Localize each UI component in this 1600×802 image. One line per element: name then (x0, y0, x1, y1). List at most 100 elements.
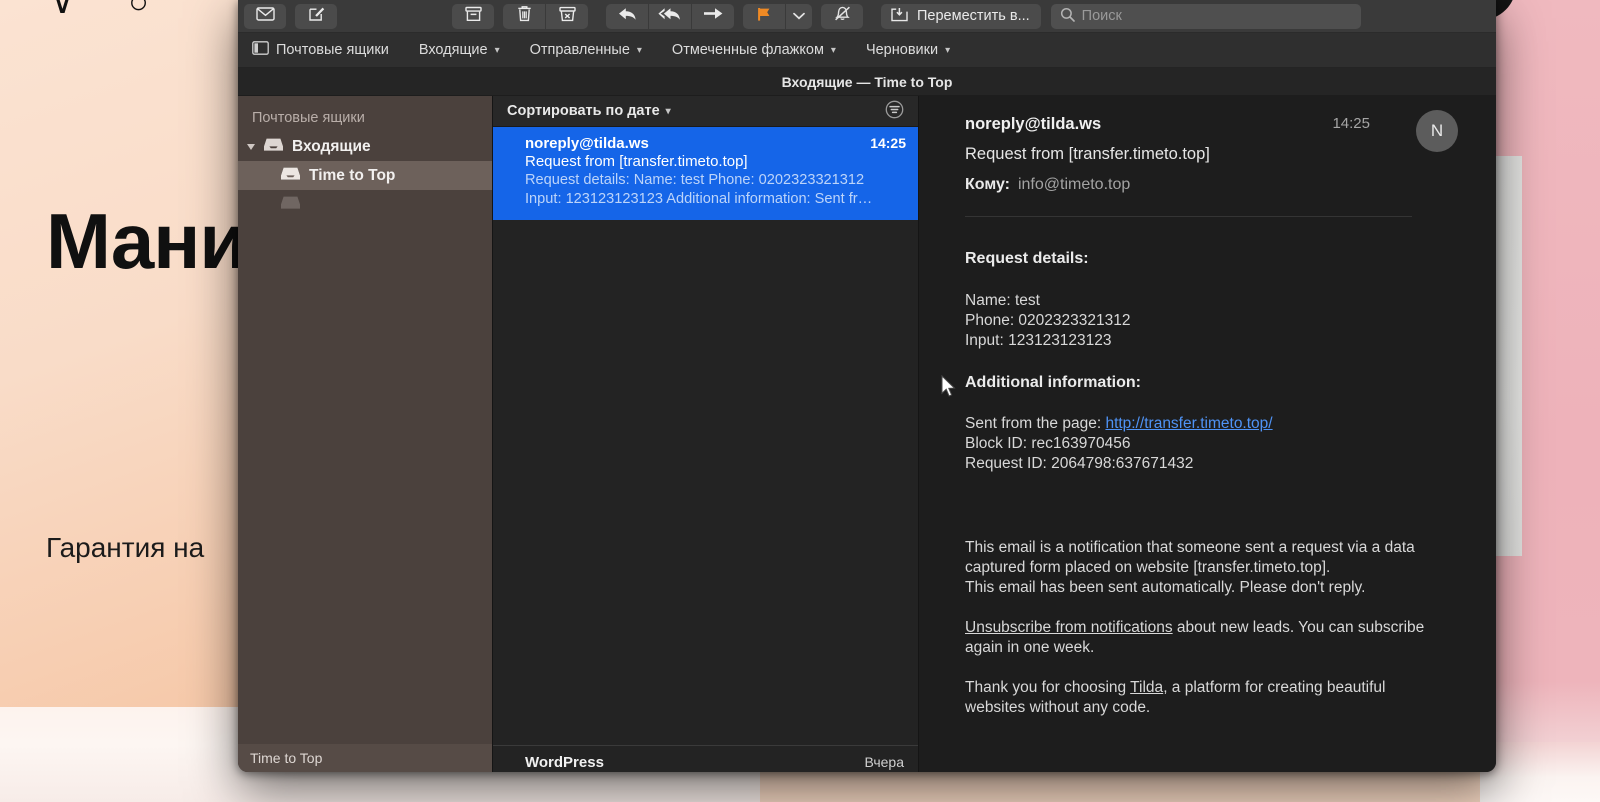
toolbar-group-compose (244, 4, 337, 29)
move-to-button[interactable]: Переместить в... (881, 4, 1041, 29)
favorites-item-drafts[interactable]: Черновики ▾ (851, 33, 965, 68)
move-to-label: Переместить в... (917, 8, 1030, 24)
junk-icon (559, 6, 576, 27)
body-unsubscribe: Unsubscribe from notifications about new… (965, 618, 1456, 658)
window-title-bar: Входящие — Time to Top (238, 68, 1496, 96)
flag-menu-button[interactable] (786, 4, 812, 29)
junk-button[interactable] (546, 4, 588, 29)
chevron-down-icon: ▾ (495, 45, 500, 56)
favorites-item-flagged[interactable]: Отмеченные флажком ▾ (657, 33, 851, 68)
mail-body: Почтовые ящики Входящие (238, 96, 1496, 772)
archive-button[interactable] (452, 4, 494, 29)
mail-window: Переместить в... Поиск Почтовые ящики (238, 0, 1496, 772)
body-heading-request-details: Request details: (965, 249, 1456, 270)
get-new-mail-button[interactable] (244, 4, 286, 29)
body-input-line: Input: 123123123123 (965, 332, 1112, 349)
avatar-initial: N (1431, 120, 1443, 142)
message-list-header: Сортировать по дате ▾ (493, 96, 918, 127)
sidebar-item-inbox[interactable]: Входящие (238, 132, 492, 161)
detail-divider (965, 216, 1412, 217)
message-list-item-wordpress[interactable]: WordPress Вчера (493, 746, 918, 772)
reply-all-icon (658, 6, 683, 27)
trash-icon (517, 5, 532, 27)
body-name-line: Name: test (965, 292, 1040, 309)
flag-icon (756, 6, 772, 27)
detail-to-label: Кому: (965, 176, 1010, 193)
body-notice-line-1: This email is a notification that someon… (965, 539, 1415, 556)
chevron-down-icon: ▾ (945, 45, 950, 56)
favorites-item-label: Входящие (419, 42, 488, 58)
reply-all-button[interactable] (649, 4, 691, 29)
bell-slash-icon (833, 5, 852, 27)
sidebar-item-label: Time to Top (309, 167, 395, 185)
mailboxes-sidebar: Почтовые ящики Входящие (238, 96, 492, 772)
webpage-subtitle: Гарантия на (46, 532, 204, 564)
sidebar-item-partial[interactable] (238, 190, 492, 219)
message-detail-header: noreply@tilda.ws Request from [transfer.… (965, 114, 1456, 195)
message-sender-row: noreply@tilda.ws 14:25 (525, 135, 906, 152)
body-additional-fields: Sent from the page: http://transfer.time… (965, 414, 1456, 474)
body-thanks: Thank you for choosing Tilda, a platform… (965, 678, 1456, 718)
body-unsubscribe-rest-2: again in one week. (965, 639, 1094, 656)
body-thanks-pre: Thank you for choosing (965, 679, 1130, 696)
toggle-mailboxes-button[interactable]: Почтовые ящики (250, 33, 404, 68)
chevron-down-icon: ▾ (831, 45, 836, 56)
envelope-icon (256, 7, 275, 26)
body-request-id: Request ID: 2064798:637671432 (965, 455, 1193, 472)
message-detail-pane: noreply@tilda.ws Request from [transfer.… (919, 96, 1496, 772)
favorites-item-label: Черновики (866, 42, 938, 58)
body-unsubscribe-rest: about new leads. You can subscribe (1173, 619, 1425, 636)
body-spacer (965, 496, 1456, 518)
favorites-item-inbox[interactable]: Входящие ▾ (404, 33, 515, 68)
favorites-bar: Почтовые ящики Входящие ▾ Отправленные ▾… (238, 33, 1496, 68)
sort-by-date-button[interactable]: Сортировать по дате ▾ (507, 103, 671, 119)
body-thanks-post: , a platform for creating beautiful (1163, 679, 1385, 696)
message-preview-line-1: Request details: Name: test Phone: 02023… (525, 171, 906, 190)
body-notice-line-2: captured form placed on website [transfe… (965, 559, 1330, 576)
sidebar-item-time-to-top[interactable]: Time to Top (238, 161, 492, 190)
compose-button[interactable] (295, 4, 337, 29)
favorites-item-label: Почтовые ящики (276, 42, 389, 58)
detail-time: 14:25 (1332, 114, 1370, 133)
delete-button[interactable] (503, 4, 545, 29)
body-notice: This email is a notification that someon… (965, 538, 1456, 598)
reply-icon (617, 6, 638, 27)
body-heading-additional-info: Additional information: (965, 373, 1456, 394)
message-time: Вчера (864, 754, 904, 770)
message-detail-header-text: noreply@tilda.ws Request from [transfer.… (965, 114, 1456, 195)
toolbar-group-archive (452, 4, 588, 29)
search-input[interactable]: Поиск (1051, 4, 1361, 29)
avatar[interactable]: N (1416, 110, 1458, 152)
sort-label: Сортировать по дате (507, 103, 660, 119)
sidebar-status-bar: Time to Top (238, 744, 492, 772)
flag-button[interactable] (743, 4, 785, 29)
tilda-link[interactable]: Tilda (1130, 679, 1163, 696)
sidebar-item-label: Входящие (292, 138, 371, 156)
detail-from: noreply@tilda.ws (965, 114, 1101, 135)
favorites-item-label: Отправленные (530, 42, 630, 58)
body-phone-line: Phone: 0202323321312 (965, 312, 1131, 329)
toolbar-group-reply (606, 4, 734, 29)
sent-from-url-link[interactable]: http://transfer.timeto.top/ (1105, 415, 1272, 432)
compose-icon (308, 5, 325, 27)
body-block-id: Block ID: rec163970456 (965, 435, 1130, 452)
filter-button[interactable] (885, 100, 904, 123)
body-request-fields: Name: test Phone: 0202323321312 Input: 1… (965, 291, 1456, 351)
search-placeholder: Поиск (1082, 8, 1122, 24)
mute-button[interactable] (821, 4, 863, 29)
reply-button[interactable] (606, 4, 648, 29)
message-sender-row: WordPress Вчера (525, 754, 904, 771)
detail-to-value[interactable]: info@timeto.top (1018, 176, 1130, 193)
unsubscribe-link[interactable]: Unsubscribe from notifications (965, 619, 1173, 636)
disclosure-triangle-icon[interactable] (247, 144, 255, 150)
webpage-right-panel (1480, 0, 1600, 802)
sidebar-section-title: Почтовые ящики (238, 96, 492, 132)
message-list-item-selected[interactable]: noreply@tilda.ws 14:25 Request from [tra… (493, 127, 918, 220)
forward-button[interactable] (692, 4, 734, 29)
window-title: Входящие — Time to Top (782, 74, 953, 90)
chevron-down-icon: ▾ (637, 45, 642, 56)
inbox-icon (280, 195, 301, 215)
sidebar-toggle-icon (252, 41, 269, 59)
favorites-item-sent[interactable]: Отправленные ▾ (515, 33, 657, 68)
chevron-down-icon: ▾ (666, 106, 671, 117)
